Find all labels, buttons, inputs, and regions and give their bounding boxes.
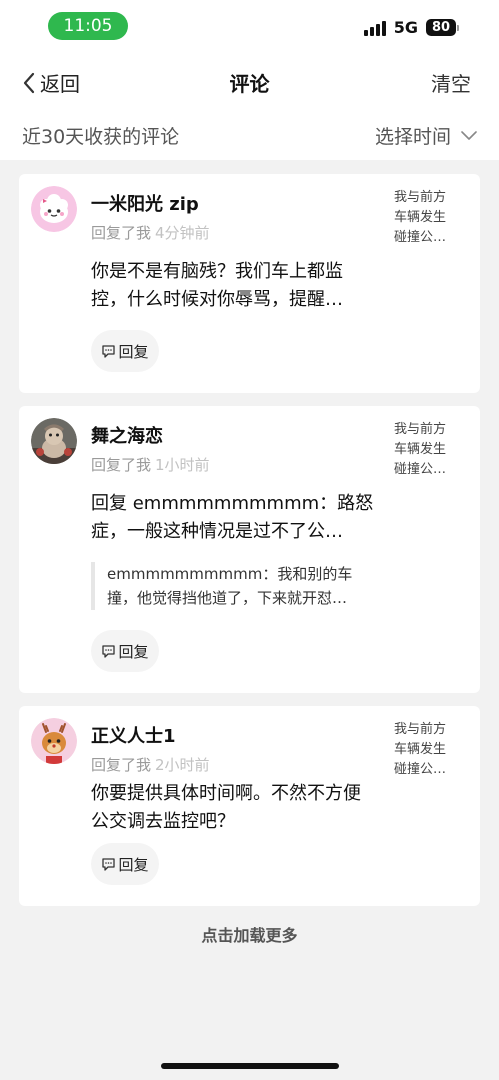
comment-bubble-icon	[102, 644, 116, 658]
comment-meta: 回复了我 4分钟前	[91, 222, 210, 243]
nav-bar: 返回 评论 清空	[0, 52, 499, 110]
comment-card: 正义人士1 回复了我 2小时前 我与前方 车辆发生 碰撞公… 你要提供具体时间啊。…	[19, 706, 480, 906]
avatar[interactable]	[31, 186, 77, 232]
source-line: 我与前方	[394, 722, 447, 737]
source-line: 碰撞公…	[394, 762, 447, 777]
comment-bubble-icon	[102, 344, 116, 358]
comment-username[interactable]: 正义人士1	[91, 722, 176, 748]
comment-meta: 回复了我 2小时前	[91, 754, 210, 775]
reply-button[interactable]: 回复	[91, 330, 159, 372]
comment-bubble-icon	[102, 857, 116, 871]
source-post[interactable]: 我与前方 车辆发生 碰撞公…	[394, 188, 452, 248]
reply-button[interactable]: 回复	[91, 630, 159, 672]
comment-username[interactable]: 一米阳光 zip	[91, 190, 199, 216]
header-area: 11:05 5G 80 返回 评论 清空 近30天收获的评论 选择时间	[0, 0, 499, 160]
comment-card: 一米阳光 zip 回复了我 4分钟前 我与前方 车辆发生 碰撞公… 你是不是有脑残…	[19, 174, 480, 393]
source-line: 碰撞公…	[394, 230, 447, 245]
filter-row: 近30天收获的评论 选择时间	[0, 110, 499, 160]
avatar[interactable]	[31, 718, 77, 764]
time-select-dropdown[interactable]: 选择时间	[375, 122, 477, 149]
comment-content[interactable]: 回复 emmmmmmmmmm：路怒症，一般这种情况是过不了公…	[91, 490, 376, 546]
reply-prefix: 回复了我	[91, 224, 152, 242]
comment-list: 一米阳光 zip 回复了我 4分钟前 我与前方 车辆发生 碰撞公… 你是不是有脑残…	[19, 174, 480, 919]
comment-username[interactable]: 舞之海恋	[91, 422, 163, 448]
source-line: 车辆发生	[394, 210, 447, 225]
network-label: 5G	[393, 18, 418, 37]
quoted-comment[interactable]: emmmmmmmmmm：我和别的车撞，他觉得挡他道了，下来就开怼…	[91, 562, 376, 610]
filter-label: 近30天收获的评论	[22, 126, 180, 148]
status-indicators: 5G 80	[363, 18, 459, 37]
avatar[interactable]	[31, 418, 77, 464]
source-post[interactable]: 我与前方 车辆发生 碰撞公…	[394, 720, 452, 780]
clear-button[interactable]: 清空	[431, 68, 471, 97]
reply-label: 回复	[118, 855, 149, 874]
battery-icon: 80	[426, 19, 459, 36]
source-line: 车辆发生	[394, 442, 447, 457]
comment-content[interactable]: 你是不是有脑残？我们车上都监控，什么时候对你辱骂，提醒…	[91, 258, 376, 314]
page-title: 评论	[229, 72, 270, 96]
time-ago: 2小时前	[155, 756, 210, 774]
signal-icon	[363, 20, 386, 36]
comment-content[interactable]: 你要提供具体时间啊。不然不方便公交调去监控吧？	[91, 780, 376, 836]
comment-card: 舞之海恋 回复了我 1小时前 我与前方 车辆发生 碰撞公… 回复 emmmmmmm…	[19, 406, 480, 693]
status-bar: 11:05 5G 80	[0, 0, 499, 52]
time-ago: 1小时前	[155, 456, 210, 474]
load-more-button[interactable]: 点击加载更多	[0, 922, 499, 946]
time-select-label: 选择时间	[374, 126, 451, 148]
comment-meta: 回复了我 1小时前	[91, 454, 210, 475]
source-line: 碰撞公…	[394, 462, 447, 477]
battery-level: 80	[426, 19, 456, 36]
source-line: 我与前方	[394, 422, 447, 437]
source-line: 我与前方	[394, 190, 447, 205]
reply-label: 回复	[118, 642, 149, 661]
reply-label: 回复	[118, 342, 149, 361]
time-ago: 4分钟前	[155, 224, 210, 242]
source-post[interactable]: 我与前方 车辆发生 碰撞公…	[394, 420, 452, 480]
reply-prefix: 回复了我	[91, 756, 152, 774]
home-indicator[interactable]	[161, 1063, 339, 1069]
reply-button[interactable]: 回复	[91, 843, 159, 885]
status-time: 11:05	[48, 12, 128, 40]
chevron-down-icon	[461, 130, 477, 140]
reply-prefix: 回复了我	[91, 456, 152, 474]
source-line: 车辆发生	[394, 742, 447, 757]
